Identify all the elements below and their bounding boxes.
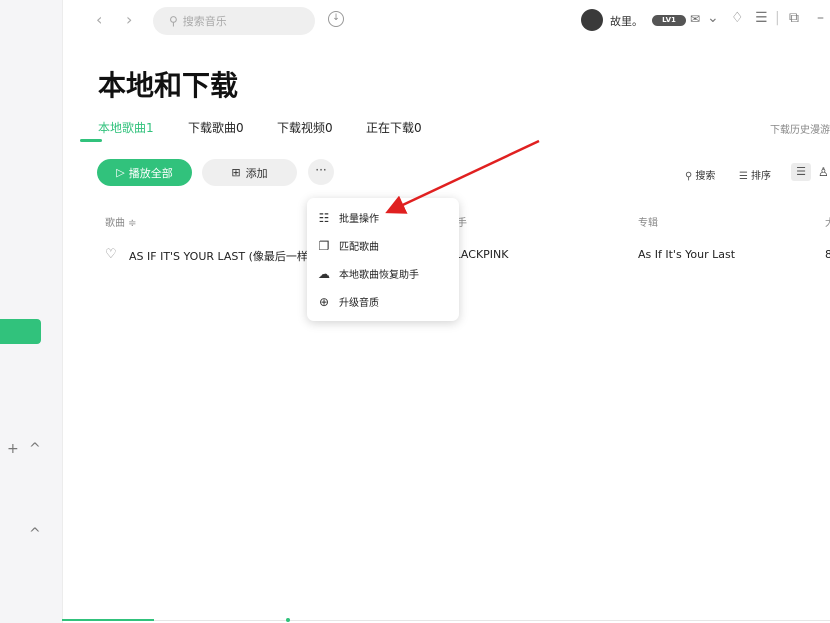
player-track — [62, 620, 830, 621]
sidebar-active-item[interactable] — [0, 319, 41, 344]
main-panel: ‹ › ⚲ 搜索音乐 ↓ 故里。 LV1 ✉ ⌄ ♢ ☰ | ⧉ – 本地和下载… — [62, 0, 830, 623]
plus-icon[interactable]: + — [7, 441, 19, 457]
progress-handle[interactable] — [286, 618, 290, 622]
chevron-up-icon[interactable]: ^ — [29, 526, 41, 542]
chevron-up-icon[interactable]: ^ — [29, 441, 41, 457]
annotation-arrow — [385, 139, 540, 214]
sidebar: + ^ ^ — [0, 0, 63, 623]
playback-progress[interactable] — [62, 619, 154, 621]
